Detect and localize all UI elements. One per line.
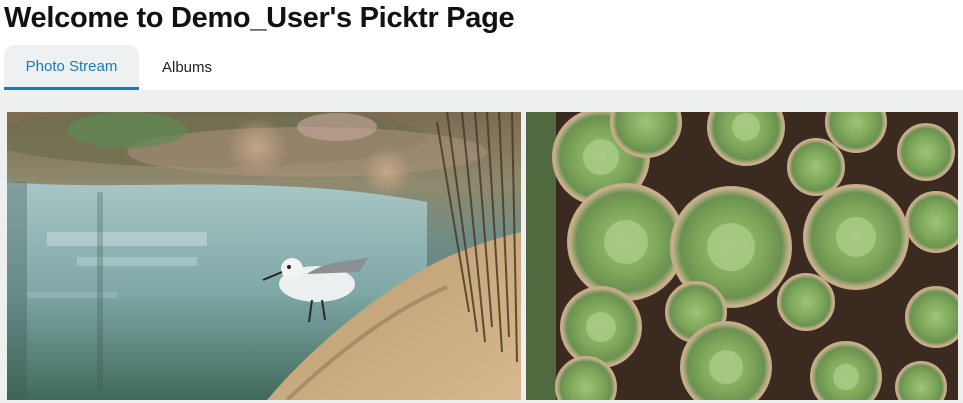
tab-photo-stream[interactable]: Photo Stream	[4, 45, 139, 90]
page-title: Welcome to Demo_User's Picktr Page	[4, 2, 515, 34]
bird-photo-image	[7, 112, 521, 400]
tab-bar: Photo Stream Albums	[4, 45, 235, 90]
tab-albums[interactable]: Albums	[139, 45, 235, 90]
photo-stream	[0, 90, 963, 403]
photo-succulents[interactable]	[526, 112, 958, 400]
succulents-photo-image	[526, 112, 958, 400]
photo-bird[interactable]	[7, 112, 521, 400]
